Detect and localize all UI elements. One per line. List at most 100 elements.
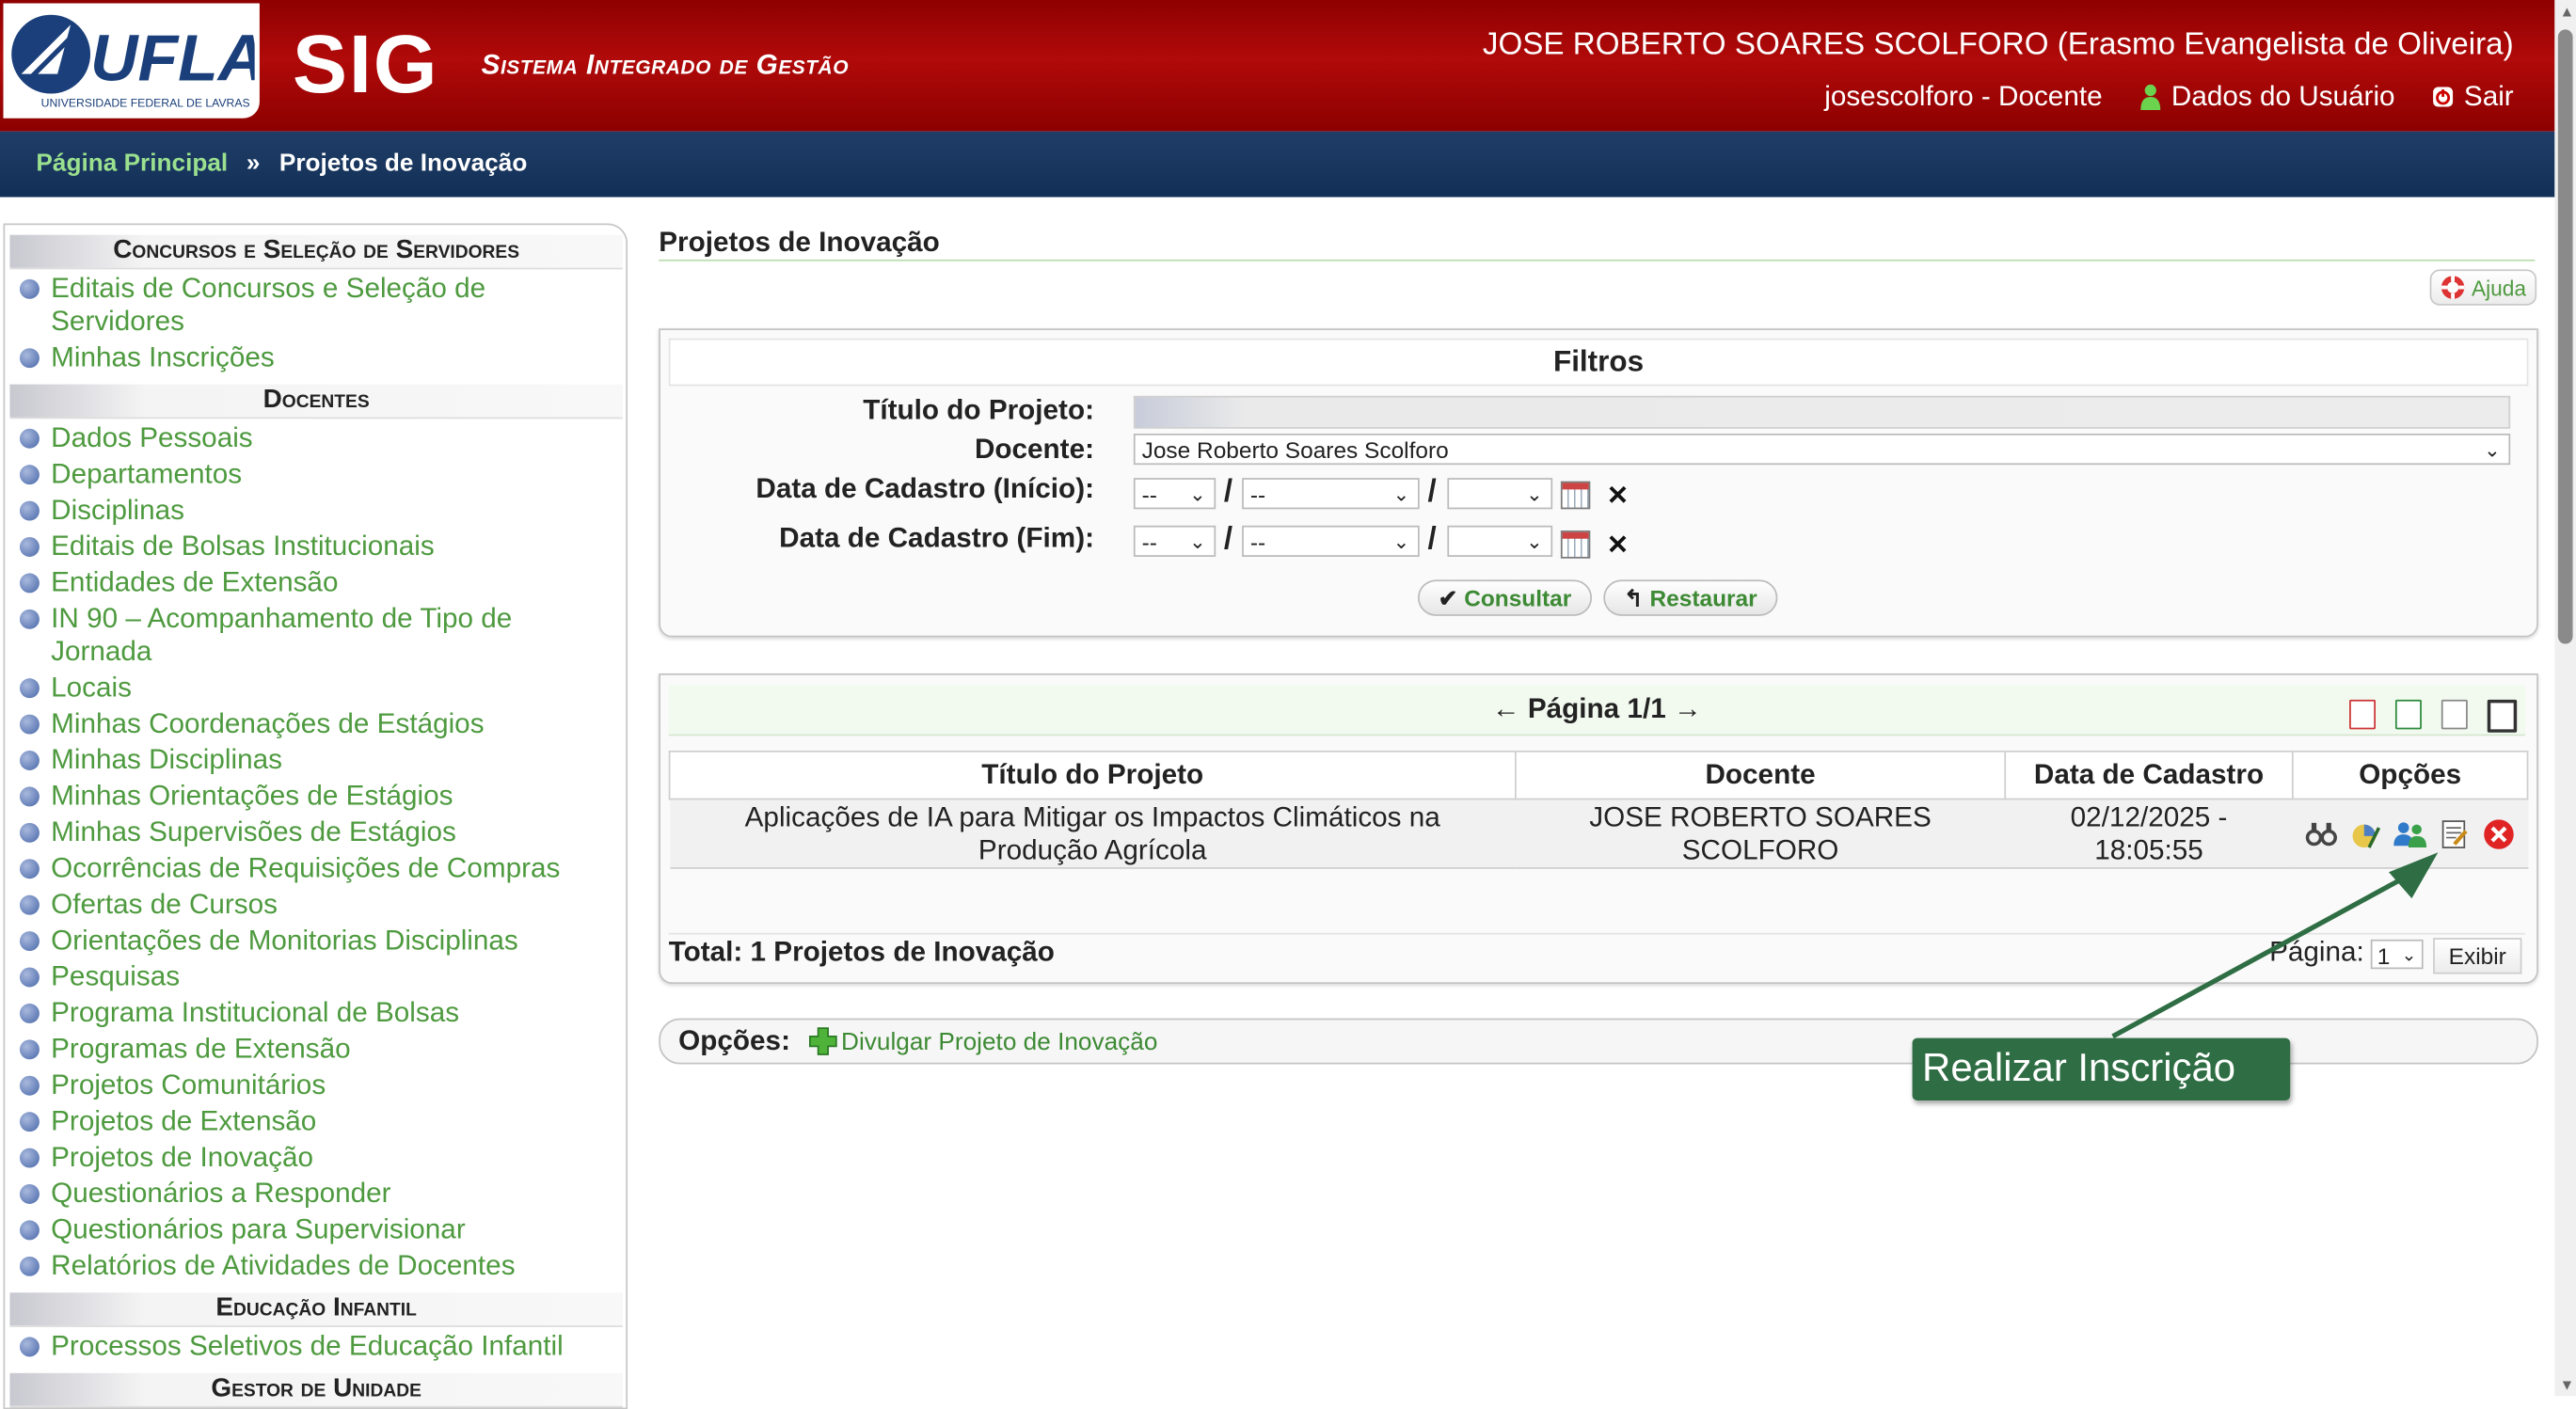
user-icon — [2139, 84, 2160, 110]
pager-text: Página 1/1 — [1527, 692, 1666, 725]
consultar-button[interactable]: ✔ Consultar — [1417, 579, 1593, 616]
user-links: josescolforo - Docente Dados do Usuário … — [1824, 81, 2513, 114]
sidebar-item[interactable]: Projetos de Extensão — [5, 1105, 626, 1138]
cell-titulo: Aplicações de IA para Mitigar os Impacto… — [669, 799, 1516, 869]
bullet-icon — [19, 1148, 40, 1168]
inicio-month-select[interactable]: -- ⌄ — [1242, 478, 1420, 510]
document-export-icon[interactable] — [2487, 699, 2518, 733]
sidebar-item[interactable]: Ocorrências de Requisições de Compras — [5, 852, 626, 885]
vertical-scrollbar[interactable]: ▲ ▼ — [2554, 0, 2576, 1397]
sidebar-item[interactable]: Projetos Comunitários — [5, 1069, 626, 1102]
pdf-export-icon[interactable] — [2349, 699, 2377, 730]
titulo-input[interactable] — [1133, 395, 2511, 429]
page-title: Projetos de Inovação — [659, 227, 2536, 261]
system-full-title: Sistema Integrado de Gestão — [481, 49, 850, 81]
fim-day-select[interactable]: -- ⌄ — [1133, 525, 1216, 557]
total-count: Total: 1 Projetos de Inovação — [668, 936, 1055, 968]
prev-page-arrow[interactable]: ← — [1492, 693, 1520, 724]
sidebar-item[interactable]: Programa Institucional de Bolsas — [5, 997, 626, 1030]
inicio-year-select[interactable]: ⌄ — [1447, 478, 1553, 510]
print-export-icon[interactable] — [2441, 699, 2468, 730]
sidebar-item[interactable]: Departamentos — [5, 458, 626, 491]
sidebar-item[interactable]: Minhas Coordenações de Estágios — [5, 708, 626, 741]
fim-label: Data de Cadastro (Fim): — [779, 522, 1094, 554]
fim-year-select[interactable]: ⌄ — [1447, 525, 1553, 557]
undo-icon: ↰ — [1624, 583, 1644, 610]
sidebar-item[interactable]: Minhas Disciplinas — [5, 744, 626, 777]
remove-icon[interactable] — [2483, 817, 2516, 850]
sidebar-item[interactable]: Disciplinas — [5, 495, 626, 528]
next-page-arrow[interactable]: → — [1674, 693, 1702, 724]
bullet-icon — [19, 1184, 40, 1204]
fim-month-select[interactable]: -- ⌄ — [1242, 525, 1420, 557]
sidebar-item[interactable]: Orientações de Monitorias Disciplinas — [5, 925, 626, 958]
bullet-icon — [19, 1220, 40, 1241]
restaurar-button[interactable]: ↰ Restaurar — [1603, 579, 1778, 616]
sidebar-item[interactable]: Minhas Supervisões de Estágios — [5, 816, 626, 849]
user-data-link[interactable]: Dados do Usuário — [2139, 81, 2395, 114]
bullet-icon — [19, 573, 40, 594]
bullet-icon — [19, 537, 40, 557]
logout-label: Sair — [2463, 80, 2514, 112]
chevron-down-icon: ⌄ — [1189, 530, 1206, 554]
user-full-name: JOSE ROBERTO SOARES SCOLFORO (Erasmo Eva… — [1482, 27, 2514, 63]
chevron-down-icon: ⌄ — [1526, 530, 1543, 554]
bullet-icon — [19, 931, 40, 952]
ufla-logo[interactable]: UFLA UNIVERSIDADE FEDERAL DE LAVRAS — [3, 3, 260, 119]
sidebar-item-projetos-inovacao[interactable]: Projetos de Inovação — [5, 1142, 626, 1175]
inicio-label: Data de Cadastro (Início): — [755, 472, 1094, 505]
sidebar-item[interactable]: Programas de Extensão — [5, 1033, 626, 1066]
breadcrumb-current: Projetos de Inovação — [278, 149, 528, 178]
logout-link[interactable]: Sair — [2431, 81, 2514, 114]
sidebar-item[interactable]: Processos Seletivos de Educação Infantil — [5, 1330, 626, 1363]
lifebuoy-icon — [2441, 276, 2465, 299]
bullet-icon — [19, 859, 40, 879]
scrollbar-thumb[interactable] — [2557, 29, 2573, 644]
bullet-icon — [19, 500, 40, 521]
chevron-down-icon: ⌄ — [1189, 483, 1206, 506]
breadcrumb-home-link[interactable]: Página Principal — [36, 150, 228, 178]
svg-text:UFLA: UFLA — [90, 22, 255, 95]
bullet-icon — [19, 786, 40, 807]
bullet-icon — [19, 894, 40, 915]
realizar-inscricao-tooltip: Realizar Inscrição — [1912, 1037, 2291, 1100]
inicio-day-select[interactable]: -- ⌄ — [1133, 478, 1216, 510]
clear-date-icon[interactable]: ✕ — [1607, 480, 1629, 513]
sidebar-item[interactable]: Questionários para Supervisionar — [5, 1213, 626, 1246]
bullet-icon — [19, 428, 40, 449]
help-label: Ajuda — [2471, 275, 2527, 300]
sidebar-item[interactable]: Pesquisas — [5, 961, 626, 994]
date-separator: / — [1427, 522, 1437, 557]
divulgar-projeto-link[interactable]: Divulgar Projeto de Inovação — [808, 1026, 1157, 1055]
sidebar-item[interactable]: Editais de Concursos e Seleção de Servid… — [5, 273, 626, 339]
sidebar-item[interactable]: Entidades de Extensão — [5, 566, 626, 599]
sidebar-item[interactable]: Questionários a Responder — [5, 1178, 626, 1211]
sidebar-item[interactable]: Minhas Inscrições — [5, 341, 626, 374]
sidebar-section-concursos: Concursos e Seleção de Servidores — [9, 234, 623, 270]
chevron-down-icon: ⌄ — [2484, 438, 2501, 462]
sidebar-item[interactable]: Editais de Bolsas Institucionais — [5, 530, 626, 563]
sidebar-item[interactable]: Minhas Orientações de Estágios — [5, 780, 626, 813]
clear-date-icon[interactable]: ✕ — [1607, 529, 1629, 562]
sidebar-item[interactable]: Ofertas de Cursos — [5, 889, 626, 922]
sidebar-section-docentes: Docentes — [9, 384, 623, 420]
user-login: josescolforo - Docente — [1824, 80, 2103, 112]
breadcrumb: Página Principal » Projetos de Inovação — [0, 131, 2555, 198]
bullet-icon — [19, 1075, 40, 1096]
calendar-icon[interactable] — [1560, 481, 1591, 510]
docente-select[interactable]: Jose Roberto Soares Scolforo ⌄ — [1133, 433, 2511, 466]
scroll-down-arrow[interactable]: ▼ — [2560, 1376, 2575, 1392]
column-header: Docente — [1514, 751, 2007, 800]
sidebar-item[interactable]: Dados Pessoais — [5, 422, 626, 455]
bullet-icon — [19, 1337, 40, 1357]
options-label: Opções: — [678, 1024, 790, 1056]
check-icon: ✔ — [1438, 583, 1458, 610]
scroll-up-arrow[interactable]: ▲ — [2560, 3, 2575, 19]
help-button[interactable]: Ajuda — [2429, 269, 2537, 306]
sidebar-item[interactable]: Relatórios de Atividades de Docentes — [5, 1250, 626, 1283]
sidebar-item[interactable]: IN 90 – Acompanhamento de Tipo de Jornad… — [5, 603, 626, 669]
bullet-icon — [19, 609, 40, 629]
sidebar-item[interactable]: Locais — [5, 672, 626, 704]
calendar-icon[interactable] — [1560, 530, 1591, 559]
excel-export-icon[interactable] — [2394, 699, 2422, 730]
